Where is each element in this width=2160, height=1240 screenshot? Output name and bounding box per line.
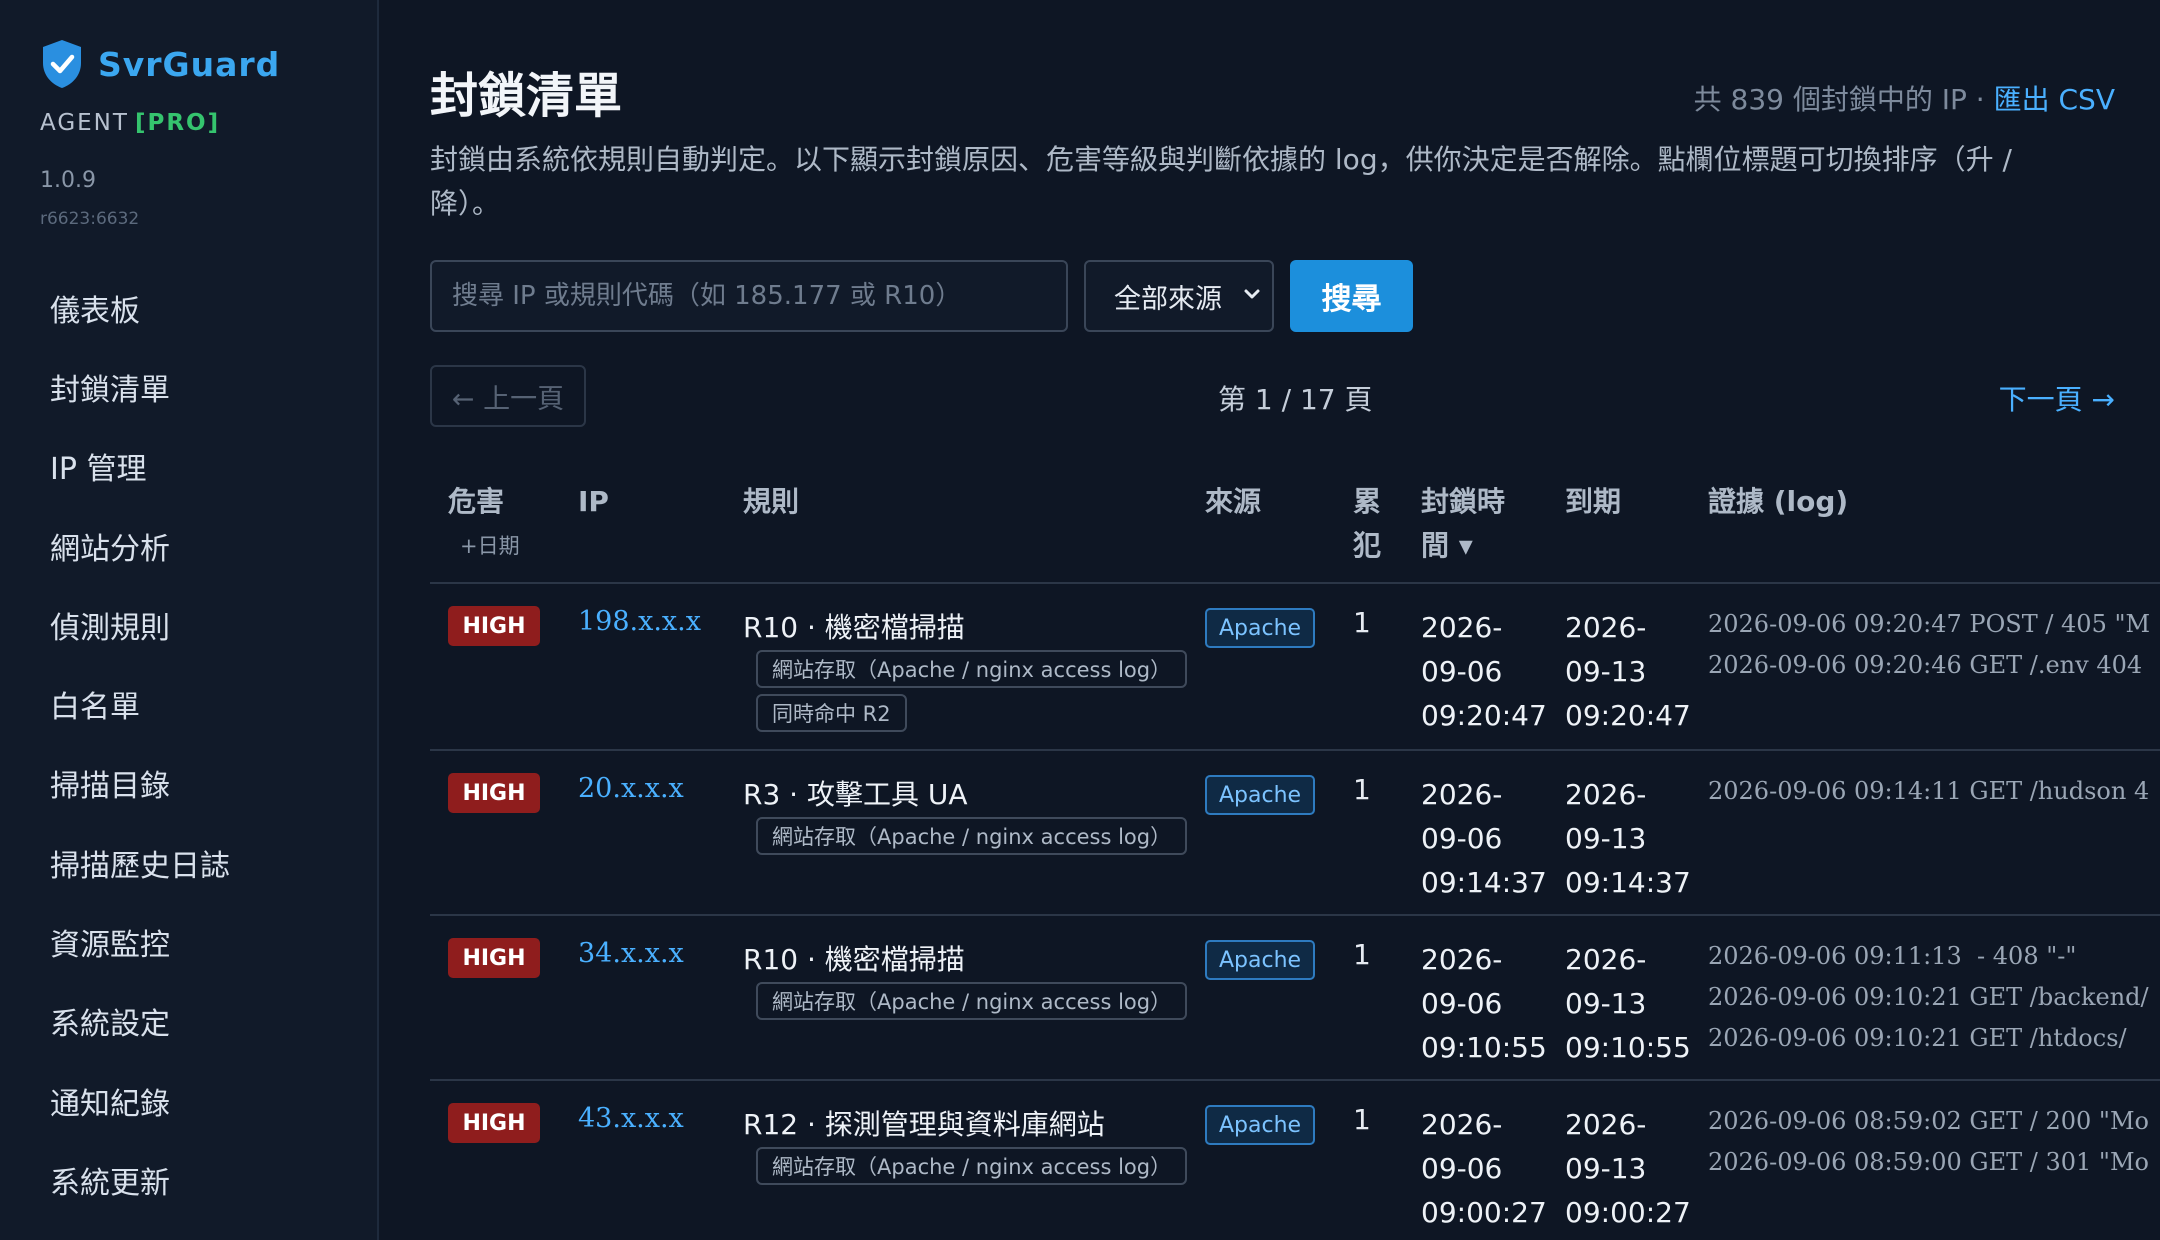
nav-item-system-settings[interactable]: 系統設定 <box>50 982 230 1061</box>
table-row: HIGH 20.x.x.x R3 · 攻擊工具 UA 網站存取（Apache /… <box>430 753 2160 916</box>
severity-badge: HIGH <box>448 606 540 646</box>
source-badge: Apache <box>1205 608 1316 648</box>
repeat-count: 1 <box>1353 773 1371 806</box>
brand[interactable]: SvrGuard <box>40 38 280 90</box>
expires-at: 2026- 09-13 09:10:55 <box>1565 943 1691 1064</box>
shield-check-icon <box>43 40 81 88</box>
rule-text: R3 · 攻擊工具 UA <box>743 778 968 811</box>
page-title: 封鎖清單 <box>430 68 623 124</box>
nav-item-notifications[interactable]: 通知紀錄 <box>50 1061 230 1140</box>
nav-item-site-analytics[interactable]: 網站分析 <box>50 506 230 585</box>
header-repeat[interactable]: 累 犯 <box>1353 480 1381 568</box>
evidence-log: 2026-09-06 09:14:11 GET /hudson 4 <box>1708 777 2150 805</box>
nav-item-resource-monitor[interactable]: 資源監控 <box>50 902 230 981</box>
blocked-at: 2026- 09-06 09:10:55 <box>1421 943 1547 1064</box>
ip-link[interactable]: 198.x.x.x <box>578 606 701 637</box>
sidebar-nav: 儀表板 封鎖清單 IP 管理 網站分析 偵測規則 白名單 掃描目錄 掃描歷史日誌… <box>50 268 230 1220</box>
nav-item-scan-history[interactable]: 掃描歷史日誌 <box>50 823 230 902</box>
header-blocked-at[interactable]: 封鎖時 間 ▾ <box>1421 480 1505 568</box>
source-select[interactable]: 全部來源 <box>1084 260 1274 332</box>
rule-text: R10 · 機密檔掃描 <box>743 943 965 976</box>
build-text: r6623:6632 <box>40 209 140 229</box>
expires-at: 2026- 09-13 09:00:27 <box>1565 1108 1691 1229</box>
header-add-date[interactable]: +日期 <box>460 530 520 560</box>
export-csv-link[interactable]: 匯出 CSV <box>1994 83 2115 116</box>
source-badge: Apache <box>1205 940 1316 980</box>
header-expires[interactable]: 到期 <box>1565 480 1621 524</box>
brand-name: SvrGuard <box>98 44 281 84</box>
table-row: HIGH 34.x.x.x R10 · 機密檔掃描 網站存取（Apache / … <box>430 918 2160 1081</box>
repeat-count: 1 <box>1353 606 1371 639</box>
header-source[interactable]: 來源 <box>1205 480 1261 524</box>
search-button[interactable]: 搜尋 <box>1290 260 1413 332</box>
header-evidence[interactable]: 證據 (log) <box>1708 480 1848 524</box>
log-source-tag: 網站存取（Apache / nginx access log） <box>756 817 1188 855</box>
also-matched-tag: 同時命中 R2 <box>756 694 907 732</box>
nav-item-system-update[interactable]: 系統更新 <box>50 1140 230 1219</box>
header-severity-label: 危害 <box>448 485 505 518</box>
rule-text: R10 · 機密檔掃描 <box>743 611 965 644</box>
table-header: 危害 +日期 IP 規則 來源 累 犯 封鎖時 間 ▾ 到期 證據 (log) <box>430 470 2160 584</box>
ip-link[interactable]: 34.x.x.x <box>578 938 684 969</box>
ip-link[interactable]: 20.x.x.x <box>578 773 684 804</box>
header-severity[interactable]: 危害 <box>448 480 504 524</box>
source-select-value: 全部來源 <box>1114 283 1222 315</box>
log-source-tag: 網站存取（Apache / nginx access log） <box>756 982 1188 1020</box>
source-badge: Apache <box>1205 1105 1316 1145</box>
rule-text: R12 · 探測管理與資料庫網站 <box>743 1108 1105 1141</box>
expires-at: 2026- 09-13 09:14:37 <box>1565 778 1691 899</box>
evidence-log: 2026-09-06 08:59:02 GET / 200 "Mo 2026-0… <box>1708 1107 2149 1176</box>
version-text: 1.0.9 <box>40 168 96 193</box>
prev-page-button[interactable]: ← 上一頁 <box>430 365 586 427</box>
nav-item-blocklist[interactable]: 封鎖清單 <box>50 347 230 426</box>
main-content: 封鎖清單 共 839 個封鎖中的 IP · 匯出 CSV 封鎖由系統依規則自動判… <box>430 0 2160 1240</box>
ip-link[interactable]: 43.x.x.x <box>578 1103 684 1134</box>
nav-item-detection-rules[interactable]: 偵測規則 <box>50 585 230 664</box>
repeat-count: 1 <box>1353 1103 1371 1136</box>
blocked-count-text: 共 839 個封鎖中的 IP · <box>1693 83 1985 116</box>
nav-item-whitelist[interactable]: 白名單 <box>50 664 230 743</box>
nav-item-dashboard[interactable]: 儀表板 <box>50 268 230 347</box>
blocked-at: 2026- 09-06 09:20:47 <box>1421 611 1547 732</box>
sidebar: SvrGuard AGENT [PRO] 1.0.9 r6623:6632 儀表板… <box>0 0 379 1240</box>
evidence-log: 2026-09-06 09:20:47 POST / 405 "M 2026-0… <box>1708 610 2151 679</box>
header-rule[interactable]: 規則 <box>743 480 799 524</box>
severity-badge: HIGH <box>448 938 540 978</box>
log-source-tag: 網站存取（Apache / nginx access log） <box>756 1147 1188 1185</box>
severity-badge: HIGH <box>448 773 540 813</box>
header-ip[interactable]: IP <box>578 480 609 524</box>
table-row: HIGH 198.x.x.x R10 · 機密檔掃描 網站存取（Apache /… <box>430 586 2160 751</box>
blocked-summary: 共 839 個封鎖中的 IP · 匯出 CSV <box>1694 78 2115 118</box>
source-badge: Apache <box>1205 775 1316 815</box>
agent-text: AGENT <box>40 110 129 136</box>
blocked-at: 2026- 09-06 09:14:37 <box>1421 778 1547 899</box>
table-row: HIGH 43.x.x.x R12 · 探測管理與資料庫網站 網站存取（Apac… <box>430 1083 2160 1240</box>
blocked-at: 2026- 09-06 09:00:27 <box>1421 1108 1547 1229</box>
agent-label: AGENT [PRO] <box>40 110 220 136</box>
nav-item-ip-management[interactable]: IP 管理 <box>50 427 230 506</box>
page-description: 封鎖由系統依規則自動判定。以下顯示封鎖原因、危害等級與判斷依據的 log，供你決… <box>430 143 2012 220</box>
next-page-link[interactable]: 下一頁 → <box>1999 378 2115 418</box>
expires-at: 2026- 09-13 09:20:47 <box>1565 611 1691 732</box>
chevron-down-icon <box>1244 289 1260 299</box>
pro-badge: [PRO] <box>134 110 221 136</box>
severity-badge: HIGH <box>448 1103 540 1143</box>
log-source-tag: 網站存取（Apache / nginx access log） <box>756 650 1188 688</box>
evidence-log: 2026-09-06 09:11:13 - 408 "-" 2026-09-06… <box>1708 942 2149 1052</box>
repeat-count: 1 <box>1353 938 1371 971</box>
search-input[interactable] <box>430 260 1068 332</box>
nav-item-scan-directories[interactable]: 掃描目錄 <box>50 744 230 823</box>
page-indicator: 第 1 / 17 頁 <box>1218 383 1373 416</box>
